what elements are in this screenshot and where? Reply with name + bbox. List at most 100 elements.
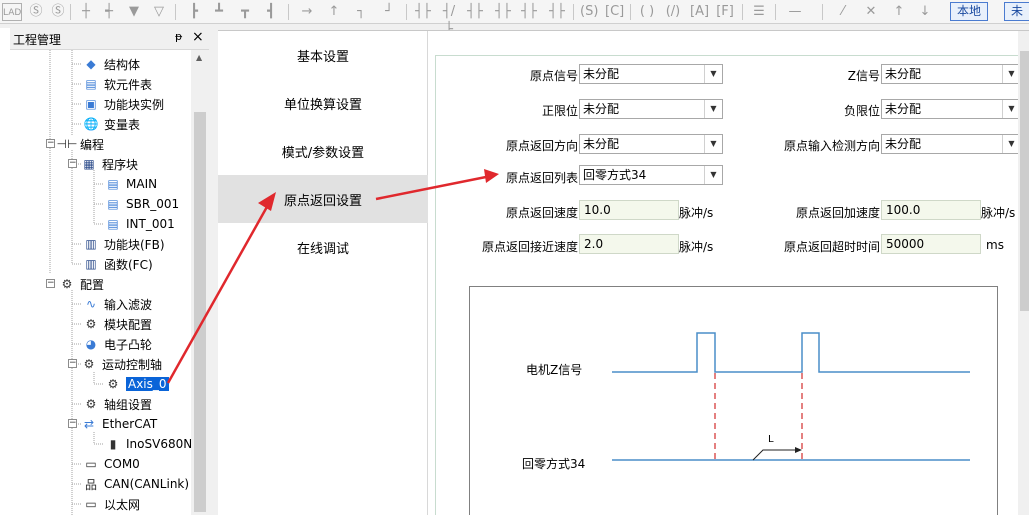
chevron-down-icon[interactable]: ▼ <box>704 166 722 184</box>
tree-item-motion-axis[interactable]: ⚙ 运动控制轴 <box>80 354 162 374</box>
tree-item-fb[interactable]: ▥ 功能块(FB) <box>82 234 165 254</box>
contact-n-icon[interactable]: ┤├ <box>494 3 512 21</box>
tree-item-can[interactable]: 品 CAN(CANLink) <box>82 474 189 494</box>
tree-item-int[interactable]: ▤ INT_001 <box>104 214 175 234</box>
gear-icon: ⚙ <box>85 397 97 411</box>
nav-homing[interactable]: 原点返回设置 <box>218 175 428 223</box>
r-coil-icon[interactable]: [C] <box>605 3 624 21</box>
tree-item-label: CAN(CANLink) <box>104 477 190 491</box>
tree-item-struct[interactable]: ◆ 结构体 <box>82 54 140 74</box>
tree-item-main[interactable]: ▤ MAIN <box>104 174 157 194</box>
nav-unit-conversion[interactable]: 单位换算设置 <box>218 79 428 127</box>
contact-p-icon[interactable]: ┤├ <box>466 3 484 21</box>
tree-scrollbar[interactable]: ▲ <box>191 50 209 515</box>
return-accel-input[interactable] <box>881 200 981 220</box>
chevron-down-icon[interactable]: ▼ <box>704 135 722 153</box>
tree-item-soft-elements[interactable]: ▤ 软元件表 <box>82 74 152 94</box>
tree-item-axis0[interactable]: ⚙ Axis_0 <box>104 374 169 394</box>
tree-item-programming[interactable]: ⊣⊢ 编程 <box>57 134 104 154</box>
tree-item-ethernet[interactable]: ▭ 以太网 <box>82 494 140 514</box>
tree-item-variables[interactable]: 🌐 变量表 <box>82 114 141 134</box>
contact-nc-icon[interactable]: ┤/├ <box>440 3 458 37</box>
homing-timing-diagram: 电机Z信号 回零方式34 L <box>469 286 998 515</box>
tree-item-label: INT_001 <box>126 217 175 231</box>
pos-limit-select[interactable]: 未分配 ▼ <box>579 99 723 119</box>
cross-icon[interactable]: ✕ <box>862 3 880 21</box>
tree-item-program-block[interactable]: ▦ 程序块 <box>80 154 138 174</box>
up-icon[interactable]: ↑ <box>890 3 908 21</box>
collapse-icon[interactable]: − <box>68 359 77 368</box>
down-arrow-icon[interactable]: ▼ <box>125 3 143 21</box>
local-language-button[interactable]: 本地 <box>950 2 989 21</box>
corner-icon[interactable]: ┘ <box>380 3 398 21</box>
scroll-up-icon[interactable]: ▲ <box>196 53 202 62</box>
chevron-down-icon[interactable]: ▼ <box>704 65 722 83</box>
contact-p-icon[interactable]: ┤├ <box>520 3 538 21</box>
return-accel-label: 原点返回加速度 <box>795 206 880 220</box>
branch-icon[interactable]: ┳ <box>236 3 254 21</box>
corner-icon[interactable]: ┐ <box>352 3 370 21</box>
s-coil-icon[interactable]: (S) <box>580 3 598 21</box>
nav-online-debug[interactable]: 在线调试 <box>218 223 428 271</box>
collapse-icon[interactable]: − <box>68 419 77 428</box>
list-icon[interactable]: ☰ <box>750 3 768 21</box>
close-icon[interactable]: × <box>192 29 204 45</box>
s-box-icon[interactable]: Ⓢ <box>27 3 45 21</box>
neg-limit-select[interactable]: 未分配 ▼ <box>881 99 1021 119</box>
tree-item-label: 功能块(FB) <box>104 237 165 252</box>
settings-scrollbar[interactable] <box>1018 31 1029 515</box>
contact-no-icon[interactable]: ┤├ <box>414 3 432 21</box>
settings-scroll-thumb[interactable] <box>1020 51 1029 311</box>
collapse-icon[interactable]: − <box>68 159 77 168</box>
tree-item-ethercat[interactable]: ⇄ EtherCAT <box>80 414 157 434</box>
s-box-icon[interactable]: Ⓢ <box>49 3 67 21</box>
return-speed-input[interactable] <box>579 200 679 220</box>
tree-item-e-cam[interactable]: ◕ 电子凸轮 <box>82 334 152 354</box>
f-box-icon[interactable]: [F] <box>716 3 734 21</box>
language-button-partial[interactable]: 未 <box>1004 2 1029 21</box>
tree-item-module-config[interactable]: ⚙ 模块配置 <box>82 314 152 334</box>
tree-item-fc[interactable]: ▥ 函数(FC) <box>82 254 152 274</box>
a-box-icon[interactable]: [A] <box>690 3 709 21</box>
down-outline-arrow-icon[interactable]: ▽ <box>150 3 168 21</box>
origin-signal-select[interactable]: 未分配 ▼ <box>579 64 723 84</box>
collapse-icon[interactable]: − <box>46 279 55 288</box>
chevron-down-icon[interactable]: ▼ <box>704 100 722 118</box>
z-signal-select[interactable]: 未分配 ▼ <box>881 64 1021 84</box>
contact-cross-icon[interactable]: ┽ <box>100 3 118 21</box>
tree-item-label: 模块配置 <box>104 317 153 332</box>
function-icon: ▥ <box>85 257 97 271</box>
contact-cross-icon[interactable]: ┼ <box>77 3 95 21</box>
branch-icon[interactable]: ┣ <box>185 3 203 21</box>
branch-icon[interactable]: ┻ <box>210 3 228 21</box>
collapse-icon[interactable]: − <box>46 139 55 148</box>
contact-n-icon[interactable]: ┤├ <box>548 3 566 21</box>
lad-icon[interactable]: LAD <box>2 3 22 21</box>
coil-icon[interactable]: (/) <box>664 3 682 21</box>
tree-item-fb-instance[interactable]: ▣ 功能块实例 <box>82 94 164 114</box>
line-icon[interactable]: → <box>298 3 316 21</box>
tree-scroll-thumb[interactable] <box>194 112 206 512</box>
input-detect-direction-select[interactable]: 未分配 ▼ <box>881 134 1021 154</box>
coil-icon[interactable]: ( ) <box>638 3 656 21</box>
tree-item-sbr[interactable]: ▤ SBR_001 <box>104 194 179 214</box>
tree-item-servo[interactable]: ▮ InoSV680N <box>104 434 193 454</box>
approach-speed-input[interactable] <box>579 234 679 254</box>
tree-item-config[interactable]: ⚙ 配置 <box>58 274 104 294</box>
tree-item-com0[interactable]: ▭ COM0 <box>82 454 139 474</box>
slash-icon[interactable]: ⁄ <box>834 3 852 21</box>
up-line-icon[interactable]: ↑ <box>325 3 343 21</box>
return-direction-select[interactable]: 未分配 ▼ <box>579 134 723 154</box>
pin-icon[interactable]: ᵽ <box>175 30 182 43</box>
nav-label: 单位换算设置 <box>283 97 362 113</box>
hline-icon[interactable]: — <box>786 3 804 21</box>
nav-mode-params[interactable]: 模式/参数设置 <box>218 127 428 175</box>
timeout-input[interactable] <box>881 234 981 254</box>
tree-item-input-filter[interactable]: ∿ 输入滤波 <box>82 294 152 314</box>
module-gear-icon: ⚙ <box>85 317 97 331</box>
tree-item-axis-group[interactable]: ⚙ 轴组设置 <box>82 394 152 414</box>
branch-icon[interactable]: ┫ <box>262 3 280 21</box>
nav-basic[interactable]: 基本设置 <box>218 31 428 79</box>
return-list-select[interactable]: 回零方式34 ▼ <box>579 165 723 185</box>
down-icon[interactable]: ↓ <box>916 3 934 21</box>
